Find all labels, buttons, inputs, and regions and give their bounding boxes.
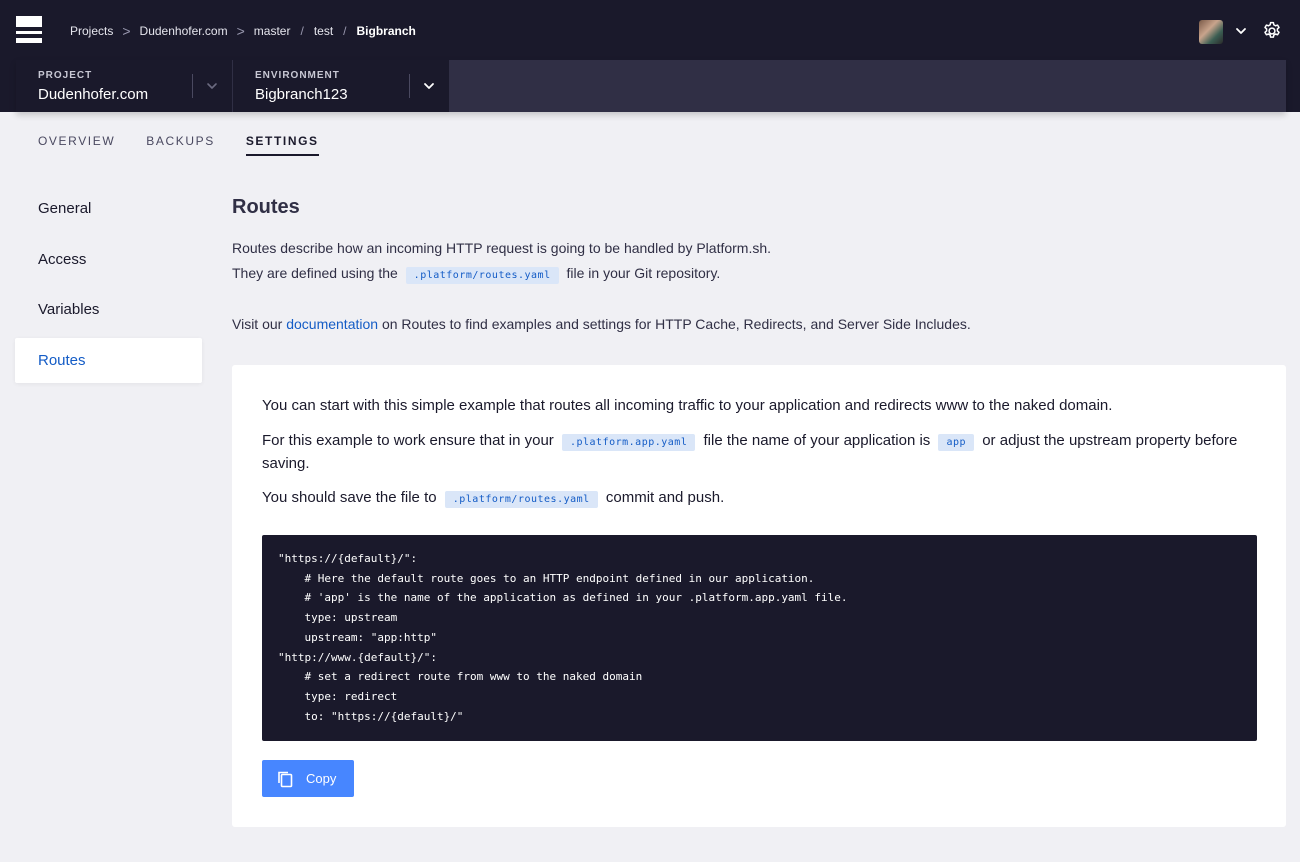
selector-bar: PROJECT Dudenhofer.com ENVIRONMENT Bigbr… xyxy=(16,60,1286,112)
chevron-right-icon: > xyxy=(122,23,131,39)
copy-button-label: Copy xyxy=(306,771,337,786)
breadcrumb-projects[interactable]: Projects xyxy=(70,24,113,38)
environment-selector-label: ENVIRONMENT xyxy=(255,70,340,81)
example-requirement: For this example to work ensure that in … xyxy=(262,430,1252,474)
inline-code: app xyxy=(938,434,975,451)
copy-button[interactable]: Copy xyxy=(262,760,354,797)
chevron-right-icon: > xyxy=(236,23,245,39)
sidebar-item-general[interactable]: General xyxy=(15,186,202,231)
visit-text: on Routes to find examples and settings … xyxy=(381,316,971,332)
environment-selector-value: Bigbranch123 xyxy=(255,86,348,103)
environment-selector[interactable]: ENVIRONMENT Bigbranch123 xyxy=(232,60,449,112)
gear-icon[interactable] xyxy=(1262,21,1282,41)
chevron-down-icon[interactable] xyxy=(422,79,436,93)
inline-code: .platform/routes.yaml xyxy=(405,267,559,284)
sidebar-item-access[interactable]: Access xyxy=(15,237,202,282)
breadcrumb-current: Bigbranch xyxy=(356,24,416,38)
inline-code: .platform.app.yaml xyxy=(561,434,696,451)
avatar[interactable] xyxy=(1199,20,1223,44)
routes-example-card: You can start with this simple example t… xyxy=(232,365,1286,827)
chevron-down-icon[interactable] xyxy=(205,79,219,93)
breadcrumb-separator: / xyxy=(343,24,347,38)
tab-bar: OVERVIEW BACKUPS SETTINGS xyxy=(38,134,350,156)
description-line: Routes describe how an incoming HTTP req… xyxy=(232,240,772,256)
documentation-link[interactable]: documentation xyxy=(286,316,378,332)
save-note-text: commit and push. xyxy=(605,489,725,506)
tab-settings[interactable]: SETTINGS xyxy=(245,134,319,156)
settings-sidenav: General Access Variables Routes xyxy=(15,186,202,388)
sidebar-item-variables[interactable]: Variables xyxy=(15,287,202,332)
breadcrumb-env-test[interactable]: test xyxy=(314,24,333,38)
description-text: file in your Git repository. xyxy=(566,265,721,281)
breadcrumb-env-master[interactable]: master xyxy=(254,24,291,38)
tab-overview[interactable]: OVERVIEW xyxy=(38,134,115,156)
chevron-down-icon[interactable] xyxy=(1234,24,1248,38)
description-text: They are defined using the xyxy=(232,265,398,281)
routes-yaml-code-block[interactable]: "https://{default}/": # Here the default… xyxy=(262,535,1257,741)
visit-text: Visit our xyxy=(232,316,283,332)
example-intro: You can start with this simple example t… xyxy=(262,397,1113,414)
description-line: They are defined using the .platform/rou… xyxy=(232,261,1286,288)
copy-icon xyxy=(278,771,293,787)
divider xyxy=(409,74,410,98)
breadcrumb-project[interactable]: Dudenhofer.com xyxy=(140,24,228,38)
documentation-note: Visit our documentation on Routes to fin… xyxy=(232,316,1286,332)
page-title: Routes xyxy=(232,196,300,218)
sidebar-item-routes[interactable]: Routes xyxy=(15,337,202,383)
breadcrumb: Projects > Dudenhofer.com > master / tes… xyxy=(70,22,416,40)
requirement-text: file the name of your application is xyxy=(703,432,931,449)
requirement-text: For this example to work ensure that in … xyxy=(262,432,554,449)
divider xyxy=(192,74,193,98)
breadcrumb-separator: / xyxy=(300,24,304,38)
routes-description: Routes describe how an incoming HTTP req… xyxy=(232,236,1286,288)
project-selector-label: PROJECT xyxy=(38,70,93,81)
tab-backups[interactable]: BACKUPS xyxy=(146,134,215,156)
project-selector-value: Dudenhofer.com xyxy=(38,86,149,103)
save-note-text: You should save the file to xyxy=(262,489,437,506)
example-save-note: You should save the file to .platform/ro… xyxy=(262,487,1252,510)
top-bar: Projects > Dudenhofer.com > master / tes… xyxy=(0,0,1300,112)
platform-logo-icon[interactable] xyxy=(16,16,42,43)
project-selector[interactable]: PROJECT Dudenhofer.com xyxy=(16,60,232,112)
inline-code: .platform/routes.yaml xyxy=(444,491,598,508)
routes-section: Routes Routes describe how an incoming H… xyxy=(232,196,1286,332)
